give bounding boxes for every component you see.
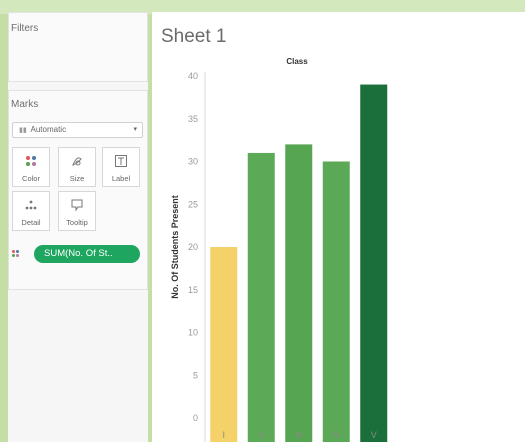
left-panel: Filters Marks ▮▮ Automatic ▾ Color Size — [8, 12, 148, 442]
color-label: Color — [22, 174, 40, 183]
color-encoding-icon — [12, 250, 19, 257]
size-icon — [59, 153, 95, 169]
marks-card: Marks ▮▮ Automatic ▾ Color Size Label De… — [8, 90, 148, 290]
y-tick-label: 0 — [193, 413, 198, 423]
y-tick-label: 5 — [193, 370, 198, 380]
x-tick-label: III — [295, 430, 303, 440]
label-button[interactable]: Label — [102, 147, 140, 187]
y-tick-label: 20 — [188, 242, 198, 252]
label-label: Label — [111, 174, 131, 183]
mark-type-dropdown[interactable]: ▮▮ Automatic ▾ — [12, 122, 143, 138]
y-tick-label: 15 — [188, 285, 198, 295]
detail-button[interactable]: Detail — [12, 191, 50, 231]
sheet-area: Sheet 1 Class 0 5 10 15 20 25 30 35 40 No. Of Stud… — [152, 12, 525, 442]
bar-ii — [247, 152, 275, 442]
label-icon — [103, 153, 139, 169]
sum-students-pill[interactable]: SUM(No. Of St.. — [34, 245, 140, 263]
y-tick-label: 35 — [188, 114, 198, 124]
y-tick-label: 40 — [188, 71, 198, 81]
y-tick-label: 10 — [188, 328, 198, 338]
color-button[interactable]: Color — [12, 147, 50, 187]
x-tick-label: V — [371, 430, 377, 440]
size-button[interactable]: Size — [58, 147, 96, 187]
chart-title: Class — [286, 57, 308, 66]
x-tick-label: IV — [332, 430, 341, 440]
color-icon — [13, 153, 49, 169]
bar-chart: Class 0 5 10 15 20 25 30 35 40 No. Of Students Pre… — [170, 57, 388, 442]
detail-label: Detail — [21, 218, 41, 227]
detail-icon — [13, 197, 49, 213]
y-tick-label: 30 — [188, 157, 198, 167]
bar-i — [210, 247, 238, 442]
y-axis-title: No. Of Students Present — [170, 195, 180, 299]
bar-v — [360, 84, 388, 442]
chevron-down-icon: ▾ — [133, 126, 137, 133]
filters-shelf[interactable]: Filters — [8, 12, 148, 82]
mark-type-value: Automatic — [30, 125, 67, 134]
marks-title: Marks — [11, 99, 39, 110]
x-tick-label: II — [259, 430, 264, 440]
y-tick-label: 25 — [188, 199, 198, 209]
bar-chart-icon: ▮▮ — [19, 127, 27, 134]
bar-iv — [322, 161, 350, 442]
tooltip-button[interactable]: Tooltip — [58, 191, 96, 231]
tooltip-icon — [59, 197, 95, 213]
bar-iii — [285, 144, 313, 442]
size-label: Size — [69, 174, 85, 183]
tooltip-label: Tooltip — [66, 218, 88, 227]
filters-title: Filters — [11, 23, 39, 34]
x-tick-label: I — [222, 430, 225, 440]
